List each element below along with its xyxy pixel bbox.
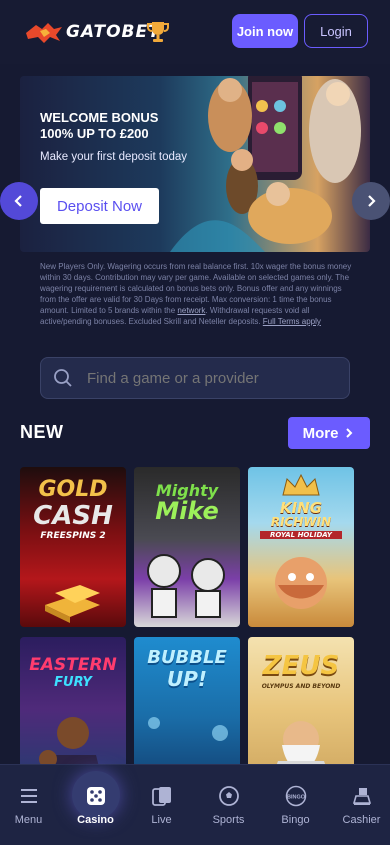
chevron-right-icon bbox=[346, 428, 353, 438]
bonus-title: WELCOME BONUS 100% UP TO £200 bbox=[40, 110, 159, 141]
game-title-line2: OLYMPUS AND BEYOND bbox=[261, 683, 341, 690]
search-input[interactable] bbox=[85, 368, 349, 388]
bottom-navigation: Menu Casino Live Sports BINGO Bingo Cash… bbox=[0, 764, 390, 845]
promo-banner[interactable]: WELCOME BONUS 100% UP TO £200 Make your … bbox=[20, 76, 370, 252]
game-title-line2: FURY bbox=[54, 675, 92, 690]
soccer-ball-icon bbox=[218, 786, 239, 806]
deposit-now-button[interactable]: Deposit Now bbox=[40, 188, 159, 224]
top-header: GATOBET Join now Login bbox=[0, 0, 390, 64]
new-section-title: NEW bbox=[20, 422, 64, 442]
dice-icon bbox=[86, 787, 105, 805]
gold-bars-image bbox=[45, 585, 100, 623]
more-button[interactable]: More bbox=[288, 417, 370, 449]
game-title: GOLD bbox=[38, 477, 108, 502]
game-title-line2: Mike bbox=[155, 497, 219, 525]
nav-cashier[interactable]: Cashier bbox=[329, 765, 390, 845]
search-icon bbox=[54, 369, 72, 387]
banner-gods-artwork bbox=[170, 76, 361, 252]
game-title-line2: UP! bbox=[166, 667, 208, 691]
menu-icon bbox=[20, 789, 37, 803]
bonus-terms: New Players Only. Wagering occurs from r… bbox=[40, 261, 358, 327]
game-search-bar[interactable] bbox=[40, 357, 350, 399]
king-character-image bbox=[275, 557, 327, 609]
crown-icon bbox=[282, 473, 320, 496]
game-title: ZEUS bbox=[262, 651, 340, 681]
nav-label: Menu bbox=[14, 814, 43, 826]
bingo-icon: BINGO bbox=[285, 785, 306, 807]
nav-bingo[interactable]: BINGO Bingo bbox=[263, 765, 328, 845]
nav-menu[interactable]: Menu bbox=[0, 765, 61, 845]
game-title: BUBBLE bbox=[147, 647, 227, 668]
game-tile-gold-cash[interactable]: GOLD CASH FREESPINS 2 bbox=[20, 467, 126, 627]
chevron-left-icon bbox=[14, 195, 22, 207]
gatobet-logo[interactable]: GATOBET bbox=[24, 18, 161, 46]
nav-sports[interactable]: Sports bbox=[196, 765, 261, 845]
nav-label: Live bbox=[151, 814, 172, 826]
full-terms-link[interactable]: Full Terms apply bbox=[263, 317, 321, 326]
carousel-prev-button[interactable] bbox=[0, 182, 38, 220]
login-button[interactable]: Login bbox=[304, 14, 368, 48]
bingo-badge-text: BINGO bbox=[286, 795, 305, 801]
game-title-line2: CASH bbox=[33, 501, 113, 531]
nav-casino[interactable]: Casino bbox=[63, 765, 128, 845]
nav-label: Casino bbox=[77, 814, 114, 826]
game-tile-mighty-mike[interactable]: Mighty Mike bbox=[134, 467, 240, 627]
game-tile-king-richwin[interactable]: KING RICHWIN ROYAL HOLIDAY bbox=[248, 467, 354, 627]
cashier-icon bbox=[352, 788, 371, 805]
nav-label: Cashier bbox=[342, 814, 381, 826]
join-now-button[interactable]: Join now bbox=[232, 14, 298, 48]
game-title-line3: ROYAL HOLIDAY bbox=[260, 531, 342, 539]
game-title: EASTERN bbox=[29, 655, 117, 675]
trophy-icon[interactable] bbox=[147, 20, 169, 44]
cards-icon bbox=[151, 787, 171, 806]
more-label: More bbox=[302, 424, 339, 442]
chevron-right-icon bbox=[368, 195, 376, 207]
carousel-next-button[interactable] bbox=[352, 182, 390, 220]
bonus-subtitle: Make your first deposit today bbox=[40, 151, 188, 163]
game-title-line2: RICHWIN bbox=[270, 515, 332, 529]
network-link[interactable]: network bbox=[177, 306, 205, 315]
cartoon-characters-image bbox=[147, 554, 225, 618]
game-title-line3: FREESPINS 2 bbox=[40, 531, 106, 541]
nav-label: Sports bbox=[212, 814, 245, 826]
nav-label: Bingo bbox=[281, 814, 310, 826]
wolf-logo-icon bbox=[26, 23, 62, 43]
nav-live[interactable]: Live bbox=[129, 765, 194, 845]
